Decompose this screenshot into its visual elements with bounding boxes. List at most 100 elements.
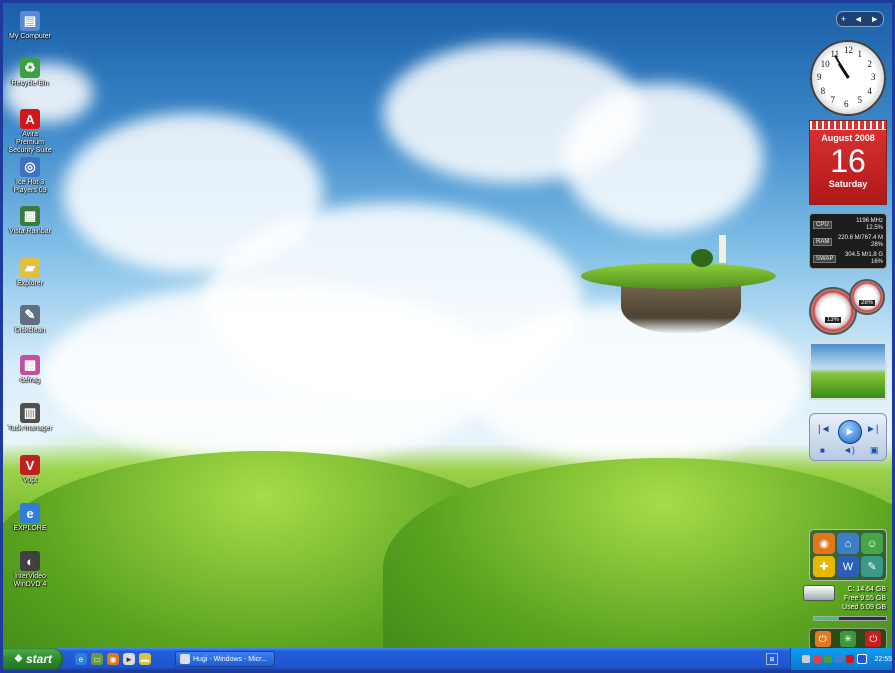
ram-usage: 28% — [870, 241, 883, 248]
system-tray: 22:55 — [790, 648, 892, 670]
swap-tag: SWAP — [813, 254, 837, 263]
system-monitor-gadget[interactable]: CPU 1196 MHz 12.5% RAM 220.6 M/767.4 M 2… — [809, 213, 887, 269]
swap-row: SWAP 304.5 M/1.8 G 16% — [813, 250, 883, 267]
previous-track-icon[interactable]: |◄ — [818, 424, 831, 435]
desktop-icon-label: Vista Rainbar — [9, 228, 51, 235]
ram-tag: RAM — [813, 237, 833, 246]
swap-usage: 16% — [870, 258, 883, 265]
ram-amount: 220.6 M/767.4 M — [837, 234, 883, 241]
media-icon: ◎ — [20, 157, 40, 177]
notepad-icon[interactable]: ✎ — [861, 556, 883, 577]
firefox-icon[interactable]: ◉ — [107, 653, 119, 665]
defrag-icon: ▩ — [20, 355, 40, 375]
ie-icon[interactable]: e — [75, 653, 87, 665]
island-grass — [581, 263, 776, 289]
clock-gadget[interactable]: 12 1 2 3 4 5 6 7 8 9 10 11 — [810, 40, 886, 116]
tray-clock[interactable]: 22:55 — [874, 656, 892, 663]
drive-capacity: C: 14.64 GB — [847, 586, 886, 593]
desktop-icon[interactable]: V Vopt — [8, 455, 52, 485]
volume-icon[interactable]: ◄) — [843, 445, 855, 455]
sleep-icon[interactable]: ✳ — [839, 631, 856, 647]
clock-number: 5 — [857, 95, 863, 106]
language-bar-icon[interactable]: ⊞ — [766, 653, 778, 665]
clock-minute-hand — [834, 54, 849, 79]
clock-number: 4 — [867, 85, 872, 96]
slideshow-gadget[interactable] — [809, 342, 887, 400]
firefox-icon[interactable]: ◉ — [813, 533, 835, 554]
desktop-icon[interactable]: A Avira Premium Security Suite — [8, 109, 52, 155]
desktop-icon-label: EXPLORE — [13, 525, 47, 532]
word-icon[interactable]: W — [837, 556, 859, 577]
stop-icon[interactable]: ■ — [820, 446, 825, 455]
avira-tray-icon[interactable] — [846, 655, 855, 663]
picture-icon[interactable]: ▣ — [870, 445, 879, 456]
diskclean-icon: ✎ — [20, 305, 40, 325]
desktop-icon[interactable]: ◎ Ice Hot 3 Players 09 — [8, 157, 52, 195]
taskbar-window-button[interactable]: Hugi - Windows - Micr... — [175, 651, 275, 667]
add-gadget-button[interactable]: + — [841, 14, 846, 24]
calendar-weekday: Saturday — [828, 179, 868, 189]
puzzle-icon[interactable]: ✚ — [813, 556, 835, 577]
desktop-icon[interactable]: ▥ Task manager — [8, 403, 52, 433]
desktop-icon[interactable]: ▦ Vista Rainbar — [8, 206, 52, 236]
next-track-icon[interactable]: ►| — [866, 424, 879, 435]
cpu-row: CPU 1196 MHz 12.5% — [813, 216, 883, 233]
calendar-month: August 2008 — [821, 133, 875, 143]
cloud — [43, 283, 503, 463]
clock-number: 9 — [817, 72, 822, 82]
ram-row: RAM 220.6 M/767.4 M 28% — [813, 233, 883, 250]
desktop-icon[interactable]: e EXPLORE — [8, 503, 52, 533]
taskbar: ❖ start e ▭ ◉ ► ▬ Hugi - Windows - Micr.… — [3, 648, 892, 670]
cpu-values: 1196 MHz 12.5% — [856, 218, 883, 232]
vopt-icon: V — [20, 455, 40, 475]
security-icon[interactable] — [824, 655, 833, 663]
recycle-bin-icon: ♻ — [20, 58, 40, 78]
calendar-day: 16 — [830, 143, 866, 179]
media-player-icon[interactable]: ► — [123, 653, 135, 665]
media-player-gadget[interactable]: |◄ ► ►| ■ ◄) ▣ — [809, 413, 887, 461]
clock-number: 8 — [820, 85, 826, 96]
ram-gauge: 28% — [849, 279, 885, 315]
show-desktop-icon[interactable]: ▭ — [91, 653, 103, 665]
folder-icon[interactable]: ▬ — [139, 653, 151, 665]
computer-icon: ▤ — [20, 11, 40, 31]
desktop-icon[interactable]: ▩ defrag — [8, 355, 52, 385]
desktop-icon-label: Explorer — [16, 280, 44, 287]
previous-page-button[interactable]: ◄ — [854, 14, 863, 24]
cpu-tag: CPU — [813, 220, 832, 229]
cpu-ram-gauges-gadget[interactable]: 13% 28% — [809, 279, 889, 337]
antivirus-icon[interactable] — [813, 655, 822, 663]
calendar-gadget[interactable]: August 2008 16 Saturday — [809, 120, 887, 205]
next-page-button[interactable]: ► — [870, 14, 879, 24]
safely-remove-icon[interactable] — [835, 655, 844, 663]
network-icon[interactable] — [802, 655, 811, 663]
play-icon[interactable]: ► — [838, 420, 862, 444]
desktop-icon[interactable]: ▰ Explorer — [8, 258, 52, 288]
desktop-icon[interactable]: ✎ Diskclean — [8, 305, 52, 335]
cloud — [563, 83, 763, 233]
power-icon[interactable]: ⏻ — [814, 631, 831, 647]
desktop-icon[interactable]: ◐ InterVideo WinDVD 4 — [8, 551, 52, 589]
cpu-frequency: 1196 MHz — [856, 217, 883, 224]
calendar-rings — [810, 121, 886, 130]
island-tree — [691, 249, 713, 267]
start-button[interactable]: ❖ start — [3, 648, 63, 670]
shutdown-icon[interactable]: ⏻ — [865, 631, 882, 647]
window-icon — [180, 654, 190, 664]
desktop-icon[interactable]: ♻ Recycle Bin — [8, 58, 52, 88]
desktop-icon[interactable]: ▤ My Computer — [8, 11, 52, 41]
task-manager-icon: ▥ — [20, 403, 40, 423]
sidebar-controls[interactable]: + ◄ ► — [836, 11, 884, 27]
desktop-icon-label: InterVideo WinDVD 4 — [13, 573, 47, 588]
desktop-icon-label: Task manager — [8, 425, 52, 432]
clock-number: 10 — [820, 58, 830, 69]
volume-icon[interactable] — [857, 654, 868, 664]
desktop-background[interactable]: ▤ My Computer ♻ Recycle Bin A Avira Premium S… — [3, 3, 892, 670]
home-icon[interactable]: ⌂ — [837, 533, 859, 554]
desktop-icon-label: Avira Premium Security Suite — [8, 131, 52, 154]
desktop-icon-label: My Computer — [8, 33, 51, 40]
cpu-usage: 12.5% — [865, 224, 883, 231]
drive-info-gadget[interactable]: C: 14.64 GB Free 9.55 GB Used 5.09 GB — [803, 583, 888, 623]
users-icon[interactable]: ☺ — [861, 533, 883, 554]
internet-explorer-icon: e — [20, 503, 40, 523]
